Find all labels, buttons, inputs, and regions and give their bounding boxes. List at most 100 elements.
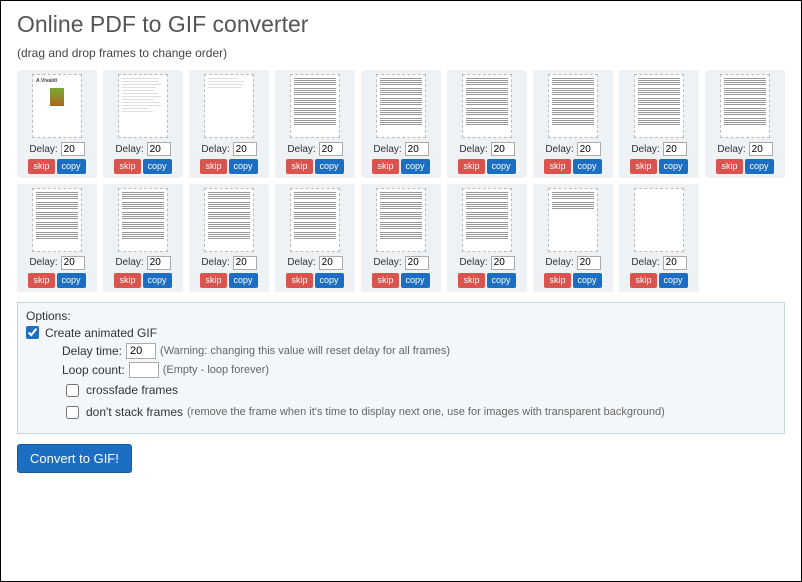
frame-skip-button[interactable]: skip	[114, 273, 140, 288]
frame-item[interactable]: Delay:skipcopy	[619, 184, 699, 292]
frame-skip-button[interactable]: skip	[630, 159, 656, 174]
create-animated-gif-label[interactable]: Create animated GIF	[45, 326, 157, 340]
frame-copy-button[interactable]: copy	[229, 273, 258, 288]
frame-item[interactable]: Delay:skipcopy	[103, 184, 183, 292]
frame-delay-input[interactable]	[405, 142, 429, 156]
frame-skip-button[interactable]: skip	[286, 273, 312, 288]
frame-thumbnail[interactable]	[634, 188, 684, 252]
frame-copy-button[interactable]: copy	[57, 273, 86, 288]
frame-copy-button[interactable]: copy	[229, 159, 258, 174]
frame-delay-input[interactable]	[491, 142, 515, 156]
frame-skip-button[interactable]: skip	[716, 159, 742, 174]
frame-delay-label: Delay:	[287, 257, 315, 268]
frame-delay-input[interactable]	[147, 256, 171, 270]
frame-thumbnail[interactable]	[720, 74, 770, 138]
frame-skip-button[interactable]: skip	[286, 159, 312, 174]
frame-copy-button[interactable]: copy	[573, 273, 602, 288]
crossfade-label[interactable]: crossfade frames	[86, 383, 178, 397]
frame-item[interactable]: Delay:skipcopy	[533, 70, 613, 178]
dont-stack-checkbox[interactable]	[66, 406, 79, 419]
frame-skip-button[interactable]: skip	[544, 273, 570, 288]
frame-delay-input[interactable]	[663, 256, 687, 270]
frame-delay-input[interactable]	[61, 142, 85, 156]
frame-item[interactable]: Delay:skipcopy	[361, 70, 441, 178]
frame-delay-input[interactable]	[405, 256, 429, 270]
frame-thumbnail[interactable]	[634, 74, 684, 138]
frame-copy-button[interactable]: copy	[573, 159, 602, 174]
frame-item[interactable]: Delay:skipcopy	[189, 70, 269, 178]
frame-thumbnail[interactable]	[118, 74, 168, 138]
frame-thumbnail[interactable]	[462, 74, 512, 138]
frame-copy-button[interactable]: copy	[401, 159, 430, 174]
frame-item[interactable]: A.VivaldiDelay:skipcopy	[17, 70, 97, 178]
frame-skip-button[interactable]: skip	[458, 159, 484, 174]
frame-skip-button[interactable]: skip	[372, 159, 398, 174]
frame-thumbnail[interactable]	[376, 74, 426, 138]
frame-delay-input[interactable]	[577, 142, 601, 156]
frame-thumbnail[interactable]	[32, 188, 82, 252]
frame-skip-button[interactable]: skip	[200, 273, 226, 288]
frame-item[interactable]: Delay: skipcopy	[275, 184, 355, 292]
frame-item[interactable]: Delay:skipcopy	[447, 184, 527, 292]
frame-delay-input[interactable]	[233, 256, 257, 270]
frame-item[interactable]: Delay:skipcopy	[189, 184, 269, 292]
frame-delay-input[interactable]	[749, 142, 773, 156]
frame-thumbnail[interactable]	[290, 188, 340, 252]
crossfade-checkbox[interactable]	[66, 384, 79, 397]
frame-delay-input[interactable]	[491, 256, 515, 270]
frame-copy-button[interactable]: copy	[315, 273, 344, 288]
frame-thumbnail[interactable]	[290, 74, 340, 138]
delay-time-input[interactable]	[126, 343, 156, 359]
loop-count-input[interactable]	[129, 362, 159, 378]
frame-delay-input[interactable]	[319, 142, 343, 156]
frame-delay-input[interactable]	[61, 256, 85, 270]
frame-skip-button[interactable]: skip	[28, 273, 54, 288]
frame-thumbnail[interactable]	[118, 188, 168, 252]
frame-skip-button[interactable]: skip	[372, 273, 398, 288]
frame-thumbnail[interactable]	[462, 188, 512, 252]
frame-button-row: skipcopy	[200, 273, 257, 288]
frame-item[interactable]: Delay:skipcopy	[275, 70, 355, 178]
frame-delay-label: Delay:	[29, 257, 57, 268]
frame-delay-input[interactable]	[319, 256, 343, 270]
frame-item[interactable]: Delay: skipcopy	[619, 70, 699, 178]
frame-item[interactable]: Delay:skipcopy	[361, 184, 441, 292]
frame-thumbnail[interactable]	[376, 188, 426, 252]
frame-item[interactable]: Delay:skipcopy	[447, 70, 527, 178]
frame-copy-button[interactable]: copy	[143, 273, 172, 288]
frame-skip-button[interactable]: skip	[28, 159, 54, 174]
frame-skip-button[interactable]: skip	[200, 159, 226, 174]
frame-item[interactable]: Delay:skipcopy	[533, 184, 613, 292]
frame-thumbnail[interactable]	[204, 74, 254, 138]
frame-delay-input[interactable]	[663, 142, 687, 156]
dont-stack-label[interactable]: don't stack frames	[86, 405, 183, 419]
frame-copy-button[interactable]: copy	[745, 159, 774, 174]
frame-skip-button[interactable]: skip	[544, 159, 570, 174]
frame-copy-button[interactable]: copy	[487, 159, 516, 174]
frame-thumbnail[interactable]	[548, 188, 598, 252]
frame-thumbnail[interactable]: A.Vivaldi	[32, 74, 82, 138]
frame-item[interactable]: Delay: skipcopy	[17, 184, 97, 292]
loop-count-label: Loop count:	[62, 363, 125, 377]
frame-copy-button[interactable]: copy	[659, 273, 688, 288]
frame-copy-button[interactable]: copy	[659, 159, 688, 174]
frame-copy-button[interactable]: copy	[401, 273, 430, 288]
frame-delay-label: Delay:	[631, 144, 659, 155]
frame-item[interactable]: Delay:skipcopy	[705, 70, 785, 178]
frame-thumbnail[interactable]	[204, 188, 254, 252]
frame-delay-input[interactable]	[233, 142, 257, 156]
frame-delay-input[interactable]	[147, 142, 171, 156]
frame-delay-label: Delay:	[115, 144, 143, 155]
create-animated-gif-checkbox[interactable]	[26, 326, 39, 339]
frame-copy-button[interactable]: copy	[143, 159, 172, 174]
frame-copy-button[interactable]: copy	[487, 273, 516, 288]
frame-skip-button[interactable]: skip	[458, 273, 484, 288]
frame-skip-button[interactable]: skip	[114, 159, 140, 174]
frame-thumbnail[interactable]	[548, 74, 598, 138]
frame-item[interactable]: Delay: skipcopy	[103, 70, 183, 178]
convert-button[interactable]: Convert to GIF!	[17, 444, 132, 473]
frame-skip-button[interactable]: skip	[630, 273, 656, 288]
frame-delay-input[interactable]	[577, 256, 601, 270]
frame-copy-button[interactable]: copy	[315, 159, 344, 174]
frame-copy-button[interactable]: copy	[57, 159, 86, 174]
